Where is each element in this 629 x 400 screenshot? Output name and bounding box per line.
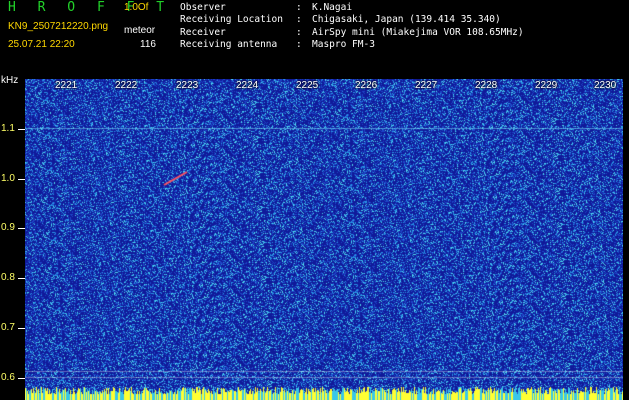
x-tick-label: 2223	[176, 80, 199, 91]
x-tick-label: 2224	[236, 80, 259, 91]
info-value: AirSpy mini (Miakejima VOR 108.65MHz)	[312, 26, 524, 38]
info-separator: :	[296, 2, 302, 13]
y-tick-mark	[18, 179, 25, 180]
info-row-antenna: Receiving antenna: Maspro FM-3	[180, 39, 524, 51]
info-separator: :	[296, 39, 302, 51]
info-value: Maspro FM-3	[312, 39, 375, 51]
x-tick-label: 2222	[115, 80, 138, 91]
info-key: Observer	[180, 2, 226, 13]
y-tick-mark	[18, 129, 25, 130]
info-row-observer: Observer: K.Nagai	[180, 2, 524, 14]
info-row-location: Receiving Location: Chigasaki, Japan (139…	[180, 14, 524, 26]
x-tick-label: 2229	[535, 80, 558, 91]
info-key: Receiving Location	[180, 14, 283, 26]
x-tick-label: 2227	[415, 80, 438, 91]
x-tick-label: 2221	[55, 80, 78, 91]
count-type-label: meteor	[124, 25, 156, 36]
y-tick-mark	[18, 228, 25, 229]
x-tick-label: 2226	[355, 80, 378, 91]
y-tick-mark	[18, 328, 25, 329]
info-key: Receiver	[180, 26, 226, 38]
x-tick-label: 2225	[296, 80, 319, 91]
filename-label: KN9_2507212220.png	[8, 21, 109, 32]
info-row-receiver: Receiver: AirSpy mini (Miakejima VOR 108.…	[180, 27, 524, 39]
station-info: Observer: K.Nagai Receiving Location: Chig…	[180, 2, 524, 52]
info-value: K.Nagai	[312, 2, 353, 13]
header-panel: H R O F F T 1.0Of KN9_2507212220.png met…	[0, 0, 629, 78]
frequency-unit-label: kHz	[1, 75, 19, 86]
spectrogram-panel	[25, 79, 623, 400]
y-tick-mark	[18, 278, 25, 279]
info-value: Chigasaki, Japan (139.414 35.340)	[312, 14, 501, 26]
x-tick-label: 2228	[475, 80, 498, 91]
datetime-label: 25.07.21 22:20	[8, 39, 75, 50]
info-key: Receiving antenna	[180, 39, 278, 51]
mode-label: 1.0Of	[124, 2, 149, 13]
count-value: 116	[140, 39, 156, 50]
x-tick-label: 2230	[594, 80, 617, 91]
info-separator: :	[296, 26, 302, 38]
info-separator: :	[296, 14, 302, 26]
spectrogram-canvas	[25, 79, 623, 400]
y-tick-mark	[18, 378, 25, 379]
